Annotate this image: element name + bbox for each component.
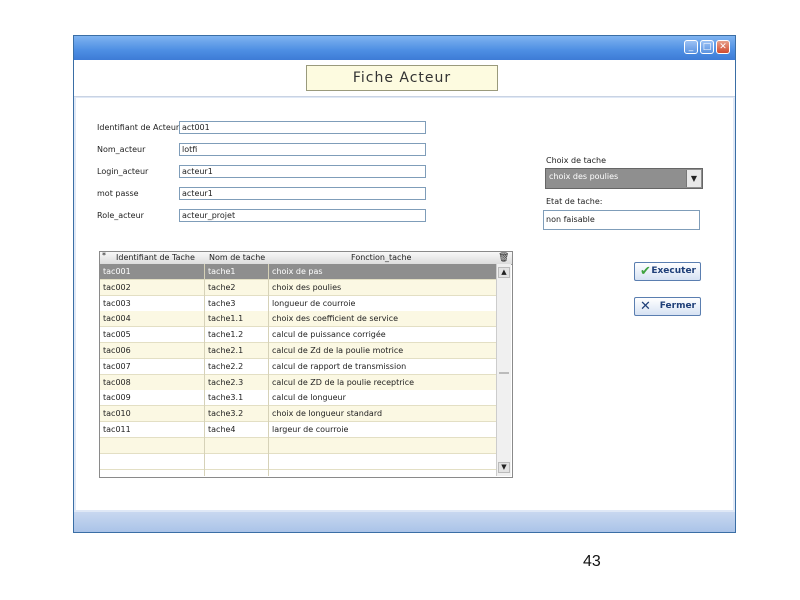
cell-name: tache3.2 bbox=[208, 409, 244, 419]
x-icon: ✕ bbox=[640, 299, 651, 314]
cell-id: tac010 bbox=[103, 409, 131, 419]
field-label: Login_acteur bbox=[97, 167, 149, 176]
table-row[interactable]: tac004 tache1.1 choix des coefficient de s… bbox=[100, 311, 496, 328]
cell-name: tache2 bbox=[208, 282, 236, 292]
cell-id: tac002 bbox=[103, 282, 131, 292]
task-grid[interactable]: * Identifiant de Tache Nom de tache Fonc… bbox=[99, 251, 513, 478]
field-input[interactable]: acteur1 bbox=[179, 165, 426, 178]
cell-id: tac004 bbox=[103, 314, 131, 324]
minimize-button[interactable]: _ bbox=[684, 40, 698, 54]
window-titlebar[interactable]: _ □ ✕ bbox=[74, 36, 735, 60]
maximize-button[interactable]: □ bbox=[700, 40, 714, 54]
cell-name: tache2.2 bbox=[208, 361, 244, 371]
form-header: Fiche Acteur bbox=[74, 60, 735, 97]
column-divider bbox=[204, 264, 205, 476]
cell-name: tache2.1 bbox=[208, 346, 244, 355]
chevron-down-icon[interactable]: ▼ bbox=[686, 170, 701, 187]
table-row[interactable]: tac001 tache1 choix de pas bbox=[100, 264, 496, 280]
form-body: Identifiant de Acteur act001 Nom_acteur lot… bbox=[76, 98, 733, 510]
cell-id: tac003 bbox=[103, 298, 131, 308]
trash-icon[interactable]: 🗑 bbox=[498, 253, 509, 263]
cell-name: tache4 bbox=[208, 425, 236, 434]
field-label: Identifiant de Acteur bbox=[97, 123, 180, 132]
page-number: 43 bbox=[583, 553, 601, 570]
field-label: Role_acteur bbox=[97, 211, 144, 220]
cell-name: tache2.3 bbox=[208, 377, 244, 387]
grid-header-name[interactable]: Nom de tache bbox=[209, 253, 265, 262]
close-window-button[interactable]: ✕ bbox=[716, 40, 730, 54]
field-label: Nom_acteur bbox=[97, 145, 146, 154]
cell-id: tac011 bbox=[103, 425, 131, 434]
cell-name: tache3.1 bbox=[208, 393, 244, 403]
table-row[interactable]: tac003 tache3 longueur de courroie bbox=[100, 295, 496, 312]
table-row[interactable]: tac006 tache2.1 calcul de Zd de la poulie … bbox=[100, 343, 496, 359]
grid-header-id[interactable]: Identifiant de Tache bbox=[116, 253, 195, 262]
cell-function: calcul de puissance corrigée bbox=[272, 330, 386, 340]
table-row[interactable] bbox=[100, 453, 496, 470]
cell-name: tache1.2 bbox=[208, 330, 244, 340]
field-input[interactable]: acteur1 bbox=[179, 187, 426, 200]
cell-function: choix de pas bbox=[272, 267, 323, 276]
status-bar bbox=[74, 512, 735, 532]
table-row[interactable]: tac009 tache3.1 calcul de longueur bbox=[100, 390, 496, 407]
cell-function: longueur de courroie bbox=[272, 298, 356, 308]
field-input[interactable]: act001 bbox=[179, 121, 426, 134]
close-button-label: Fermer bbox=[659, 301, 696, 311]
cell-name: tache1.1 bbox=[208, 314, 244, 324]
column-divider bbox=[268, 264, 269, 476]
cell-name: tache1 bbox=[208, 267, 236, 276]
table-row[interactable]: tac005 tache1.2 calcul de puissance corrig… bbox=[100, 327, 496, 344]
field-input[interactable]: acteur_projet bbox=[179, 209, 426, 222]
cell-function: choix de longueur standard bbox=[272, 409, 383, 419]
cell-id: tac001 bbox=[103, 267, 131, 276]
table-row[interactable]: tac008 tache2.3 calcul de ZD de la poulie … bbox=[100, 374, 496, 391]
fiche-acteur-window: _ □ ✕ Fiche Acteur Identifiant de Acteur… bbox=[73, 35, 736, 533]
cell-function: calcul de rapport de transmission bbox=[272, 361, 407, 371]
cell-id: tac009 bbox=[103, 393, 131, 403]
task-state-label: Etat de tache: bbox=[546, 197, 603, 206]
table-row[interactable]: tac002 tache2 choix des poulies bbox=[100, 279, 496, 296]
form-title: Fiche Acteur bbox=[306, 65, 498, 91]
table-row[interactable] bbox=[100, 437, 496, 454]
cell-function: calcul de Zd de la poulie motrice bbox=[272, 346, 404, 355]
execute-button[interactable]: ✔ Executer bbox=[634, 262, 701, 281]
cell-function: choix des poulies bbox=[272, 282, 342, 292]
cell-function: largeur de courroie bbox=[272, 425, 349, 434]
cell-id: tac007 bbox=[103, 361, 131, 371]
row-marker-header: * bbox=[102, 251, 106, 260]
check-icon: ✔ bbox=[640, 264, 651, 279]
scroll-up-arrow-icon[interactable]: ▲ bbox=[498, 267, 510, 278]
task-choice-select[interactable]: choix des poulies ▼ bbox=[545, 168, 703, 189]
cell-id: tac006 bbox=[103, 346, 131, 355]
close-button[interactable]: ✕ Fermer bbox=[634, 297, 701, 316]
task-state-field[interactable]: non faisable bbox=[543, 210, 700, 230]
cell-id: tac005 bbox=[103, 330, 131, 340]
task-choice-label: Choix de tache bbox=[546, 156, 607, 165]
field-label: mot passe bbox=[97, 189, 139, 198]
cell-function: calcul de longueur bbox=[272, 393, 346, 403]
table-row[interactable]: tac010 tache3.2 choix de longueur standard bbox=[100, 406, 496, 423]
scroll-thumb[interactable] bbox=[499, 372, 509, 374]
cell-function: calcul de ZD de la poulie receptrice bbox=[272, 377, 415, 387]
table-row[interactable]: tac007 tache2.2 calcul de rapport de trans… bbox=[100, 358, 496, 375]
field-input[interactable]: lotfi bbox=[179, 143, 426, 156]
execute-button-label: Executer bbox=[651, 266, 696, 276]
table-row[interactable]: tac011 tache4 largeur de courroie bbox=[100, 422, 496, 438]
scroll-down-arrow-icon[interactable]: ▼ bbox=[498, 462, 510, 473]
cell-id: tac008 bbox=[103, 377, 131, 387]
cell-name: tache3 bbox=[208, 298, 236, 308]
task-choice-value: choix des poulies bbox=[549, 172, 619, 181]
cell-function: choix des coefficient de service bbox=[272, 314, 399, 324]
grid-header-function[interactable]: Fonction_tache bbox=[351, 253, 411, 262]
grid-vertical-scrollbar[interactable]: ▲ ▼ bbox=[496, 264, 511, 476]
